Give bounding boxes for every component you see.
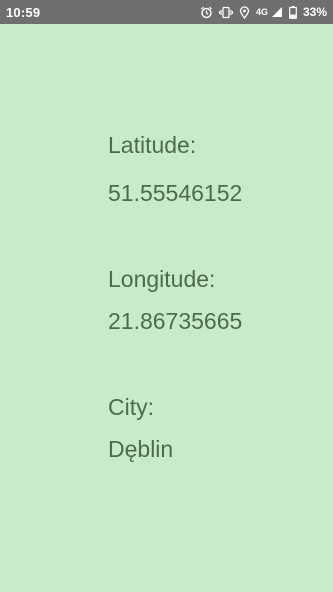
city-value: Dęblin (108, 436, 174, 462)
status-icons: 4G 33% (200, 5, 327, 19)
vibrate-icon (218, 6, 233, 19)
location-icon (239, 5, 250, 19)
latitude-value: 51.55546152 (108, 180, 243, 206)
status-time: 10:59 (6, 4, 41, 20)
battery-percent: 33% (302, 5, 327, 19)
latitude-label: Latitude: (108, 132, 197, 158)
status-bar: 10:59 4G 33% (0, 0, 333, 24)
longitude-value: 21.86735665 (108, 308, 243, 334)
battery-icon (289, 5, 297, 19)
longitude-label: Longitude: (108, 266, 216, 292)
city-label: City: (108, 394, 154, 420)
signal-icon (271, 6, 283, 18)
alarm-icon (200, 6, 213, 19)
network-4g-icon: 4G (255, 7, 268, 17)
